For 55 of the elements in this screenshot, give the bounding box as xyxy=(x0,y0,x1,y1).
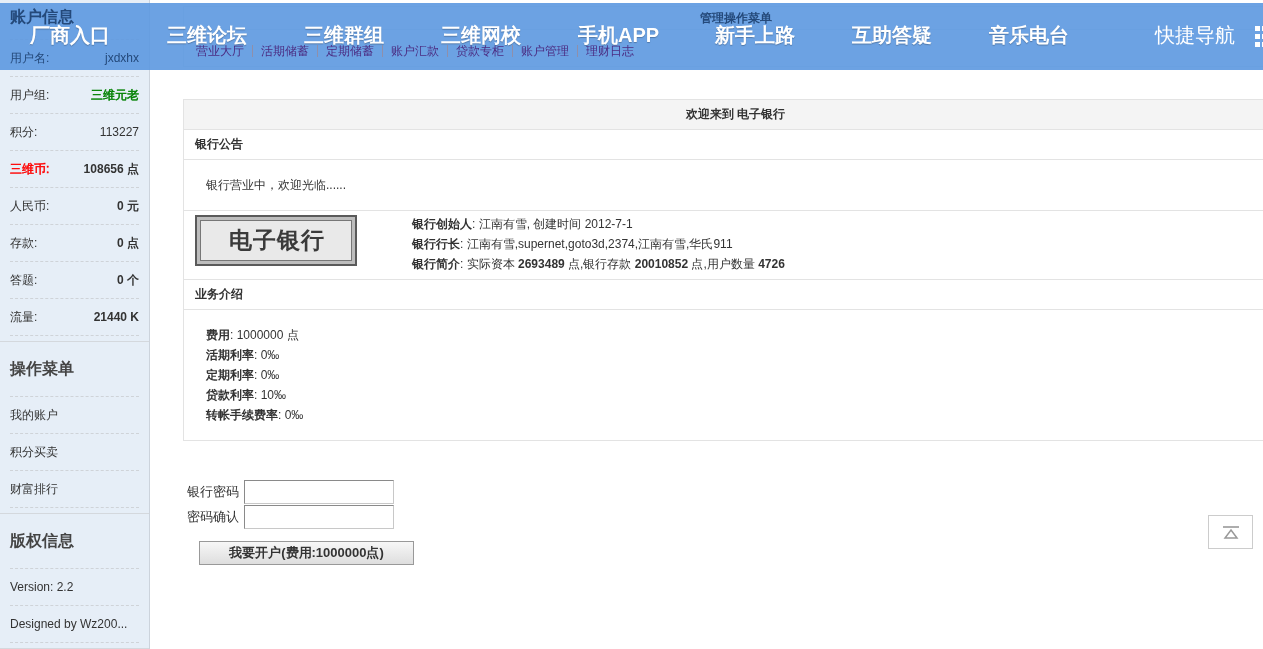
stat-label: 存款: xyxy=(10,236,38,250)
copyright-text: Designed by Wz200... xyxy=(10,617,128,631)
stat-value: 0 点 xyxy=(117,236,139,250)
stat-value: 0 元 xyxy=(117,199,139,213)
rate-line: 转帐手续费率: 0‰ xyxy=(206,407,305,424)
stat-label: 人民币: xyxy=(10,199,50,213)
nav-link[interactable]: 音乐电台 xyxy=(989,26,1069,44)
rate-line: 贷款利率: 10‰ xyxy=(206,387,287,404)
stat-value: 0 个 xyxy=(117,273,139,287)
stat-label: 积分: xyxy=(10,125,38,139)
grid-icon[interactable] xyxy=(1255,26,1263,47)
stat-value: jxdxhx xyxy=(105,51,139,65)
field-label: 银行密码 xyxy=(187,482,240,501)
rate-line: 定期利率: 0‰ xyxy=(206,367,281,384)
info-line: 银行简介: 实际资本 2693489 点,银行存款 20010852 点,用户数量 4726 xyxy=(412,256,785,273)
stat-value: 113227 xyxy=(99,125,139,139)
info-line: 银行行长: 江南有雪,supernet,goto3d,2374,江南有雪,华氏911 xyxy=(412,236,734,253)
copyright-text: Version: 2.2 xyxy=(10,580,74,594)
sidebar-link[interactable]: 积分买卖 xyxy=(10,445,58,459)
stat-label: 用户名: xyxy=(10,51,50,65)
section-heading: 操作菜单 xyxy=(10,361,74,377)
stat-label: 流量: xyxy=(10,310,38,324)
rate-line: 费用: 1000000 点 xyxy=(206,327,300,344)
stat-value: 三维元老 xyxy=(91,88,139,102)
bank-logo: 电子银行 xyxy=(195,215,357,266)
notice-text: 银行营业中，欢迎光临...... xyxy=(206,176,346,194)
field-label: 密码确认 xyxy=(187,507,240,526)
panel-title: 管理操作菜单 xyxy=(699,11,772,25)
stat-label: 三维币: xyxy=(10,162,50,176)
section-heading: 账户信息 xyxy=(10,9,74,25)
stat-label: 答题: xyxy=(10,273,38,287)
sidebar-link[interactable]: 我的账户 xyxy=(10,408,58,422)
sidebar-link[interactable]: 财富排行 xyxy=(10,482,58,496)
back-to-top-button[interactable] xyxy=(1208,515,1253,549)
open-account-button[interactable]: 我要开户(费用:1000000点) xyxy=(199,541,414,565)
quick-nav-link[interactable]: 快捷导航 xyxy=(1155,26,1235,44)
section-heading: 版权信息 xyxy=(10,533,74,549)
menu-link[interactable]: 营业大厅 xyxy=(188,45,252,57)
stat-label: 用户组: xyxy=(10,88,50,102)
password-field[interactable] xyxy=(244,479,394,504)
back-to-top-icon xyxy=(1222,525,1239,539)
nav-link[interactable]: 厂商入口 xyxy=(30,26,110,44)
stat-value: 108656 点 xyxy=(83,162,139,176)
nav-link[interactable]: 三维网校 xyxy=(441,26,521,44)
nav-link[interactable]: 三维论坛 xyxy=(167,26,247,44)
table-title: 欢迎来到 电子银行 xyxy=(184,100,1263,130)
info-line: 银行创始人: 江南有雪, 创建时间 2012-7-1 xyxy=(412,216,634,233)
section-heading: 业务介绍 xyxy=(184,280,1263,310)
stat-value: 21440 K xyxy=(93,310,139,324)
rate-line: 活期利率: 0‰ xyxy=(206,347,281,364)
nav-link[interactable]: 三维群组 xyxy=(304,26,384,44)
nav-link[interactable]: 互助答疑 xyxy=(852,26,932,44)
nav-link[interactable]: 手机APP xyxy=(578,26,660,44)
section-heading: 银行公告 xyxy=(184,130,1263,160)
password-field[interactable] xyxy=(244,504,394,529)
